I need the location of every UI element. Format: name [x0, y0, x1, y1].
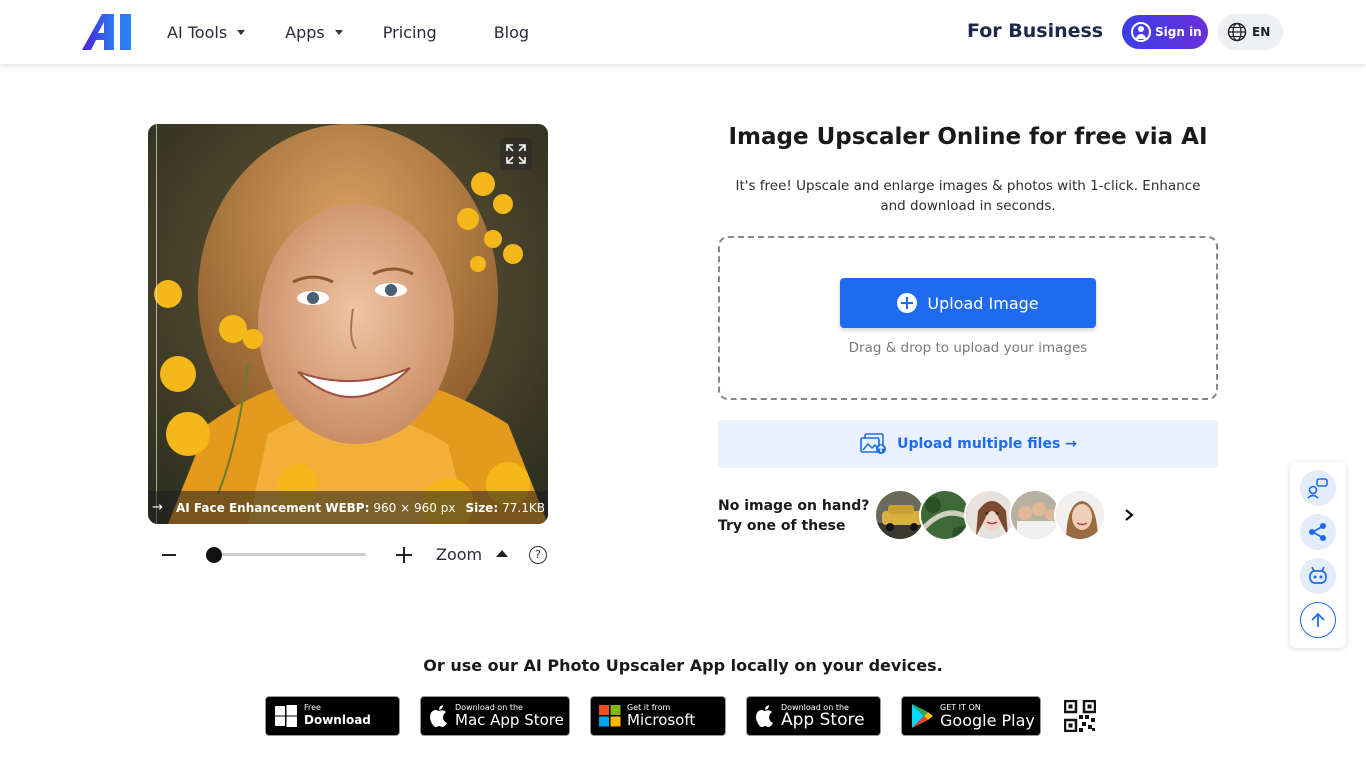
info-title: AI Face Enhancement WEBP:	[176, 500, 370, 515]
ai-assistant-button[interactable]	[1300, 558, 1336, 594]
sample-images	[874, 489, 1106, 541]
microsoft-big-label: Microsoft	[627, 711, 696, 729]
sample-images-label: No image on hand? Try one of these	[718, 496, 869, 536]
nav-apps-label: Apps	[285, 22, 325, 42]
user-icon	[1131, 22, 1151, 42]
zoom-in-button[interactable]	[396, 547, 412, 563]
help-icon[interactable]: ?	[529, 546, 547, 564]
nav-ai-tools-label: AI Tools	[167, 22, 228, 42]
apple-icon	[430, 705, 447, 727]
google-play-icon	[912, 704, 933, 728]
windows-download-button[interactable]: Free Download	[265, 696, 400, 736]
chevron-down-icon	[237, 29, 246, 35]
microsoft-icon	[599, 705, 621, 727]
arrow-up-icon	[1311, 612, 1325, 627]
nav-pricing-label: Pricing	[382, 22, 437, 42]
back-to-top-button[interactable]	[1300, 602, 1336, 638]
upload-multiple-files-button[interactable]: Upload multiple files →	[718, 420, 1218, 468]
sample-portrait-image	[148, 124, 548, 524]
upload-image-label: Upload Image	[927, 293, 1039, 313]
app-store-big-label: App Store	[781, 710, 865, 730]
sample-label-line-2: Try one of these	[718, 518, 846, 534]
mac-store-big-label: Mac App Store	[455, 711, 564, 729]
share-button[interactable]	[1300, 514, 1336, 550]
size-value: 77.1KB	[502, 500, 545, 515]
floating-action-bar	[1290, 462, 1346, 648]
feedback-button[interactable]	[1300, 470, 1336, 506]
nav-apps[interactable]: Apps	[285, 23, 343, 42]
language-label: EN	[1252, 25, 1271, 39]
sample-label-line-1: No image on hand?	[718, 498, 870, 514]
page-title: Image Upscaler Online for free via AI	[728, 124, 1208, 150]
size-label: Size:	[465, 500, 499, 515]
multiple-images-icon	[860, 433, 887, 454]
windows-small-label: Free	[304, 703, 321, 712]
zoom-slider[interactable]	[206, 553, 366, 556]
top-navigation-bar: AI Tools Apps Pricing Blog For Business …	[0, 0, 1366, 64]
zoom-control: Zoom ?	[160, 540, 550, 570]
robot-icon	[1309, 566, 1327, 584]
sample-image-portrait[interactable]	[1054, 489, 1106, 541]
caret-up-icon[interactable]	[496, 550, 508, 557]
globe-icon	[1227, 22, 1247, 42]
upload-dropzone[interactable]: Upload Image Drag & drop to upload your …	[718, 236, 1218, 400]
qr-code-icon[interactable]	[1064, 700, 1096, 732]
mac-app-store-button[interactable]: Download on the Mac App Store	[420, 696, 570, 736]
upload-multiple-files-label: Upload multiple files →	[897, 436, 1077, 452]
zoom-label[interactable]: Zoom	[436, 545, 482, 564]
zoom-slider-thumb[interactable]	[206, 547, 222, 563]
fullscreen-button[interactable]	[500, 138, 532, 170]
page-subtitle: It's free! Upscale and enlarge images & …	[735, 178, 1201, 214]
image-dimensions: 960 × 960 px	[373, 500, 456, 515]
share-icon	[1309, 523, 1326, 541]
nav-blog[interactable]: Blog	[494, 23, 529, 42]
microsoft-store-button[interactable]: Get it from Microsoft	[590, 696, 726, 736]
apple-icon	[756, 705, 773, 727]
nav-blog-label: Blog	[493, 22, 530, 42]
windows-icon	[275, 705, 297, 727]
google-play-big-label: Google Play	[940, 711, 1035, 730]
sign-in-button[interactable]: Sign in	[1122, 15, 1208, 49]
chat-feedback-icon	[1307, 478, 1328, 499]
compare-arrow-icon: →	[152, 500, 163, 515]
nav-pricing[interactable]: Pricing	[383, 23, 437, 42]
plus-circle-icon	[897, 293, 918, 313]
windows-big-label: Download	[304, 713, 371, 727]
apps-heading: Or use our AI Photo Upscaler App locally…	[423, 656, 943, 675]
nav-ai-tools[interactable]: AI Tools	[167, 22, 246, 42]
expand-icon	[506, 144, 526, 164]
image-preview[interactable]: → AI Face Enhancement WEBP: 960 × 960 px…	[148, 124, 548, 524]
google-play-button[interactable]: GET IT ON Google Play	[901, 696, 1041, 736]
app-store-button[interactable]: Download on the App Store	[746, 696, 881, 736]
chevron-right-icon[interactable]	[1120, 505, 1138, 525]
upload-image-button[interactable]: Upload Image	[840, 278, 1096, 328]
main-nav: AI Tools Apps Pricing Blog	[167, 0, 569, 64]
chevron-down-icon	[334, 29, 343, 35]
language-selector[interactable]: EN	[1217, 14, 1283, 50]
zoom-out-button[interactable]	[162, 554, 176, 556]
ai-logo[interactable]	[82, 14, 138, 50]
drag-drop-hint: Drag & drop to upload your images	[848, 340, 1088, 356]
for-business-link[interactable]: For Business	[967, 20, 1103, 42]
compare-divider[interactable]	[156, 124, 157, 524]
sign-in-label: Sign in	[1155, 25, 1202, 39]
image-info-bar: → AI Face Enhancement WEBP: 960 × 960 px…	[148, 491, 548, 524]
